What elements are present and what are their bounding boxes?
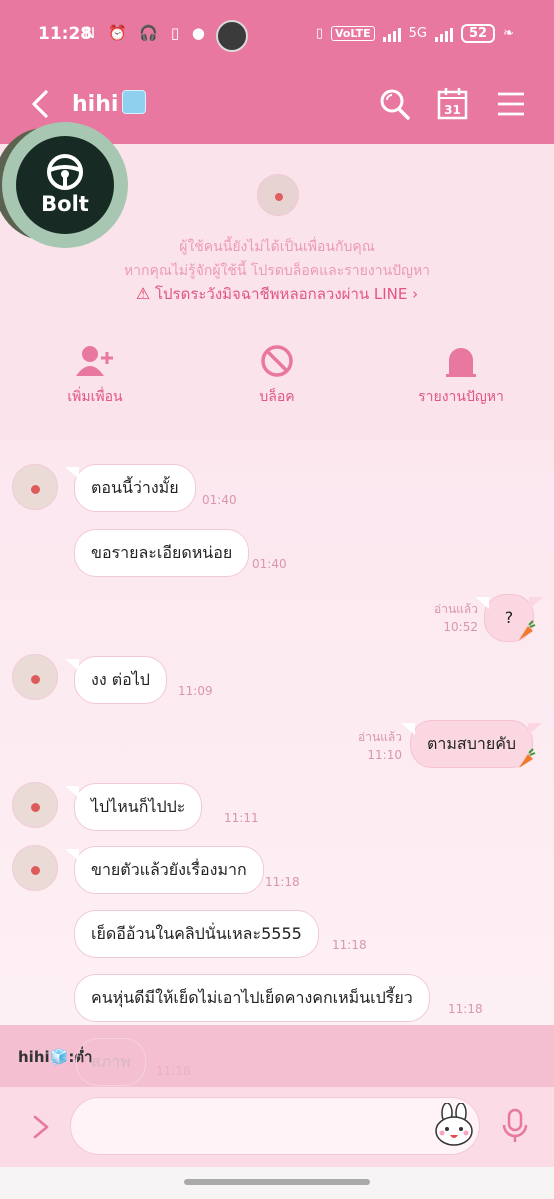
- message-time: 11:18: [265, 875, 300, 889]
- system-navigation-bar: [0, 1167, 554, 1199]
- message-time: 11:09: [178, 684, 213, 698]
- home-gesture-pill[interactable]: [184, 1179, 370, 1185]
- steering-wheel-icon: [47, 154, 83, 190]
- stranger-advice: หากคุณไม่รู้จักผู้ใช้นี้ โปรดบล็อคและราย…: [123, 263, 431, 279]
- message-time: 11:10: [367, 748, 402, 762]
- sender-avatar[interactable]: [12, 464, 58, 510]
- message-time: 01:40: [252, 557, 287, 571]
- battery-indicator: 52: [461, 24, 496, 43]
- status-bar: 11:28 N ⏰ 🎧 ▯ ● ◉ ▯ VoLTE 5G 52 ❧: [0, 0, 554, 70]
- bolt-floating-bubble[interactable]: Bolt: [0, 122, 128, 250]
- chat-messages: ตอนนี้ว่างมั้ย 01:40 ขอรายละเอียดหน่อย 0…: [0, 440, 554, 1025]
- chat-title: hihi: [72, 90, 147, 117]
- report-button[interactable]: รายงานปัญหา: [386, 344, 536, 408]
- chevron-right-icon: ›: [412, 285, 419, 303]
- scam-warning-link[interactable]: ⚠ โปรดระวังมิจฉาชีพหลอกลวงผ่าน LINE ›: [0, 282, 554, 306]
- add-friend-icon: [76, 346, 113, 376]
- svg-text:31: 31: [444, 103, 461, 117]
- read-receipt: อ่านแล้ว: [434, 602, 478, 616]
- message-time: 11:11: [224, 811, 259, 825]
- block-button[interactable]: บล็อค: [202, 344, 352, 408]
- ice-cube-icon: [122, 90, 147, 114]
- expand-menu-button[interactable]: [28, 1111, 54, 1143]
- status-right: ▯ VoLTE 5G 52 ❧: [316, 24, 514, 43]
- menu-icon[interactable]: [494, 86, 528, 122]
- microphone-icon[interactable]: [500, 1107, 530, 1145]
- read-receipt: อ่านแล้ว: [358, 730, 402, 744]
- profile-actions: เพิ่มเพื่อน บล็อค รายงานปัญหา: [0, 344, 554, 424]
- network-type: 5G: [408, 26, 427, 41]
- message-bubble[interactable]: ขอรายละเอียดหน่อย: [74, 529, 250, 577]
- calendar-icon[interactable]: 31: [436, 86, 470, 122]
- block-icon: [261, 345, 293, 377]
- message-bubble[interactable]: คนหุ่นดีมีให้เย็ดไม่เอาไปเย็ดคางคกเหม็นเ…: [74, 974, 430, 1022]
- message-input[interactable]: [70, 1097, 480, 1155]
- status-avatar: [216, 20, 248, 52]
- signal-icon: [382, 26, 401, 42]
- warning-icon: ⚠: [135, 284, 151, 303]
- carrot-icon: [519, 748, 536, 768]
- message-bubble[interactable]: ตอนนี้ว่างมั้ย: [65, 464, 196, 512]
- message-time: 01:40: [202, 493, 237, 507]
- message-bubble-mine[interactable]: ตามสบายคับ: [400, 720, 543, 768]
- bolt-logo: Bolt: [16, 136, 114, 234]
- message-bubble[interactable]: งง ต่อไป: [65, 656, 167, 704]
- sender-avatar[interactable]: [12, 782, 58, 828]
- profile-avatar[interactable]: [257, 174, 299, 216]
- vibrate-icon: ▯: [315, 26, 323, 41]
- signal-icon-2: [435, 26, 453, 42]
- faded-message-bubble: สภาพ: [76, 1038, 146, 1086]
- message-bubble[interactable]: เย็ดอีอ้วนในคลิปนั่นเหละ5555: [74, 910, 319, 958]
- message-time: 11:18: [448, 1002, 483, 1016]
- leaf-icon: ❧: [503, 26, 514, 41]
- notification-icons: N ⏰ 🎧 ▯ ● ◉: [84, 24, 235, 42]
- message-input-bar: [0, 1087, 554, 1167]
- report-icon: [446, 348, 476, 377]
- faded-message-time: 11:18: [156, 1064, 191, 1078]
- add-friend-button[interactable]: เพิ่มเพื่อน: [20, 344, 170, 408]
- carrot-icon: [519, 620, 536, 640]
- sender-avatar[interactable]: [12, 845, 58, 891]
- message-time: 10:52: [443, 620, 478, 634]
- message-bubble[interactable]: ขายตัวแล้วยังเรื่องมาก: [65, 846, 264, 894]
- bolt-label: Bolt: [41, 192, 89, 216]
- search-icon[interactable]: [378, 86, 412, 122]
- sticker-button[interactable]: [432, 1103, 476, 1147]
- message-bubble[interactable]: ไปไหนก็ไปปะ: [64, 783, 203, 831]
- back-button[interactable]: [26, 84, 56, 124]
- message-time: 11:18: [332, 938, 367, 952]
- sender-avatar[interactable]: [12, 654, 58, 700]
- volte-badge: VoLTE: [330, 26, 375, 41]
